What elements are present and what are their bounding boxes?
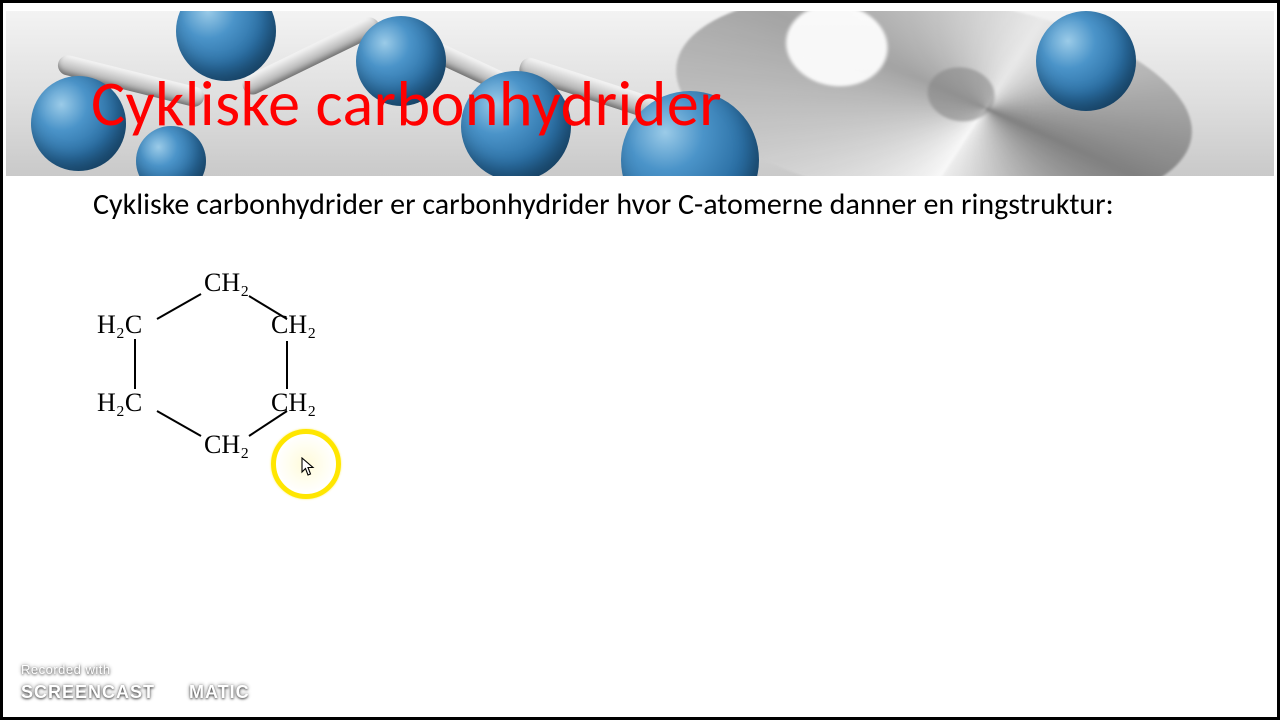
svg-text:CH₂: CH₂ bbox=[204, 430, 249, 459]
slide-title: Cykliske carbonhydrider bbox=[91, 65, 722, 143]
svg-text:CH₂: CH₂ bbox=[271, 310, 316, 339]
svg-text:H₂C: H₂C bbox=[97, 388, 142, 417]
svg-text:H₂C: H₂C bbox=[97, 310, 142, 339]
watermark-line1: Recorded with bbox=[21, 662, 250, 677]
watermark-ring-icon bbox=[159, 679, 185, 705]
svg-text:CH₂: CH₂ bbox=[271, 388, 316, 417]
slide-frame: Cykliske carbonhydrider Cykliske carbonh… bbox=[0, 0, 1280, 720]
svg-text:CH₂: CH₂ bbox=[204, 268, 249, 297]
mouse-cursor-icon bbox=[301, 457, 315, 477]
screencast-watermark: Recorded with SCREENCAST MATIC bbox=[21, 662, 250, 705]
watermark-brand: SCREENCAST MATIC bbox=[21, 679, 250, 705]
body-text: Cykliske carbonhydrider er carbonhydride… bbox=[93, 189, 1153, 221]
